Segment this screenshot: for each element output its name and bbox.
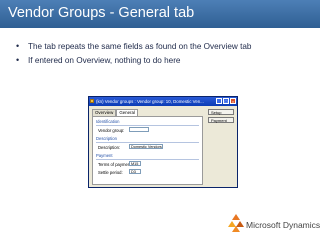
slide-title-bar: Vendor Groups - General tab: [0, 0, 320, 28]
group-divider: [96, 142, 199, 143]
slide-title: Vendor Groups - General tab: [8, 5, 195, 21]
description-field[interactable]: Domestic Vendors: [129, 144, 163, 149]
bullet-icon: •: [16, 55, 20, 65]
brand-name: Microsoft Dynamics: [246, 220, 320, 230]
vendor-groups-dialog: (kn) Vendor groups : Vendor group: 10, D…: [88, 96, 238, 188]
tab-overview[interactable]: Overview: [92, 109, 117, 116]
bullet-icon: •: [16, 41, 20, 51]
bullet-list: • The tab repeats the same fields as fou…: [14, 40, 251, 68]
bullet-text: If entered on Overview, nothing to do he…: [28, 56, 181, 65]
window-controls: _ □ ×: [216, 98, 236, 104]
dialog-title-bar[interactable]: (kn) Vendor groups : Vendor group: 10, D…: [89, 97, 237, 106]
group-description: Description: [96, 136, 117, 141]
minimize-icon[interactable]: _: [216, 98, 222, 104]
group-payment: Payment: [96, 153, 113, 158]
payment-button[interactable]: Payment: [208, 117, 234, 123]
settle-period-field[interactable]: D3: [129, 169, 141, 174]
vendor-group-label: Vendor group:: [98, 128, 125, 133]
group-divider: [96, 125, 199, 126]
dialog-tabs: Overview General: [92, 109, 138, 116]
settle-period-label: Settle period:: [98, 170, 123, 175]
bullet-item: • The tab repeats the same fields as fou…: [14, 40, 251, 53]
bullet-item: • If entered on Overview, nothing to do …: [14, 54, 251, 67]
setup-button[interactable]: Setup: [208, 109, 234, 115]
bullet-text: The tab repeats the same fields as found…: [28, 42, 252, 51]
group-divider: [96, 159, 199, 160]
vendor-group-field[interactable]: [129, 127, 149, 132]
close-icon[interactable]: ×: [230, 98, 236, 104]
window-icon: [90, 99, 94, 103]
maximize-icon[interactable]: □: [223, 98, 229, 104]
tab-general[interactable]: General: [116, 109, 138, 116]
dialog-title: (kn) Vendor groups : Vendor group: 10, D…: [96, 99, 204, 104]
microsoft-dynamics-logo-icon: [228, 214, 244, 232]
description-label: Description:: [98, 145, 121, 150]
group-identification: Identification: [96, 119, 120, 124]
terms-of-payment-label: Terms of payment:: [98, 162, 133, 167]
general-tab-panel: Identification Vendor group: Description…: [92, 116, 203, 185]
terms-of-payment-field[interactable]: M15: [129, 161, 141, 166]
